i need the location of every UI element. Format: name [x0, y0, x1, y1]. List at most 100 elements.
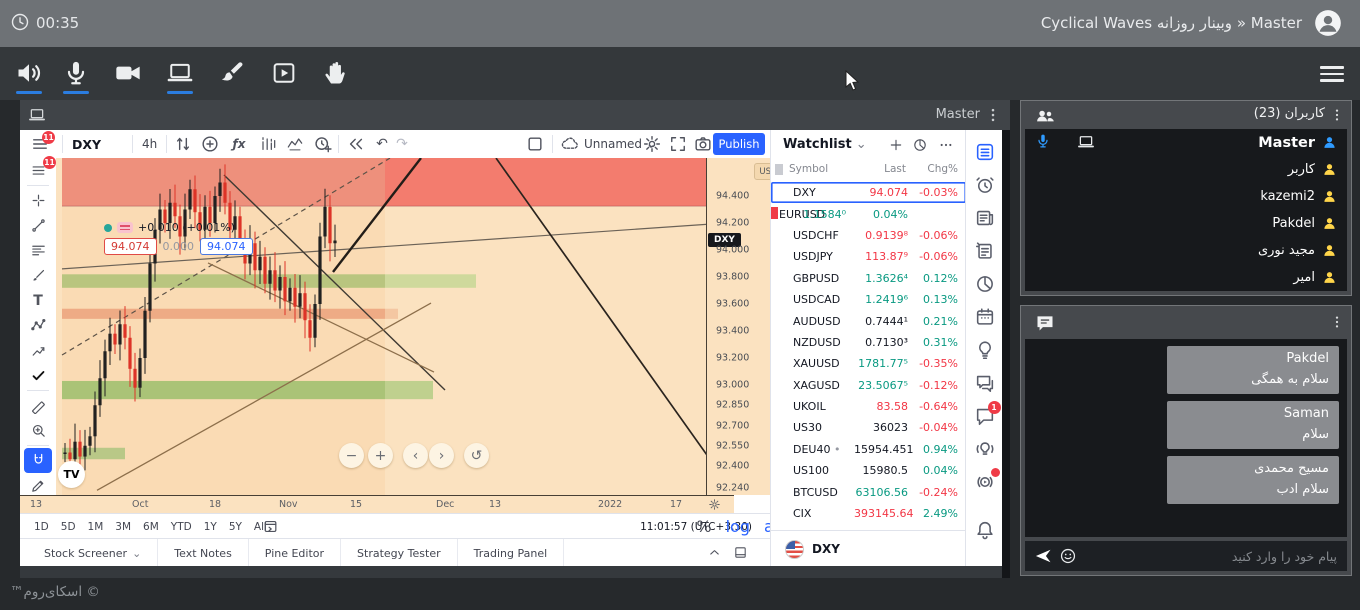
- watchlist-title[interactable]: Watchlist ⌄: [783, 137, 867, 152]
- menu-icon[interactable]: [1320, 62, 1344, 84]
- watchlist-row-CIX[interactable]: CIX 393145.64 2.49%: [771, 503, 966, 524]
- range-3M[interactable]: 3M: [109, 521, 137, 533]
- avatar[interactable]: [1314, 9, 1342, 37]
- panel-watchlist-icon[interactable]: [974, 141, 996, 163]
- col-chg[interactable]: Chg%: [927, 163, 958, 175]
- panel-bell-icon[interactable]: [974, 519, 996, 541]
- range-1D[interactable]: 1D: [28, 521, 55, 533]
- scale-log[interactable]: log: [726, 517, 750, 536]
- tool-trendline[interactable]: [24, 213, 52, 238]
- emoji-icon[interactable]: [1059, 547, 1077, 565]
- panel-chat-duo-icon[interactable]: [974, 372, 996, 394]
- watchlist-row-DEU40[interactable]: DEU40 • 15954.451 0.94%: [771, 439, 966, 460]
- range-5Y[interactable]: 5Y: [223, 521, 248, 533]
- watchlist-row-US100[interactable]: US100 15980.5 0.04%: [771, 460, 966, 481]
- watchlist-row-UKOIL[interactable]: UKOIL 83.58 -0.64%: [771, 396, 966, 417]
- panel-live-icon[interactable]: [974, 468, 1000, 493]
- col-last[interactable]: Last: [884, 163, 906, 175]
- tool-fib[interactable]: [24, 238, 52, 263]
- range-6M[interactable]: 6M: [137, 521, 165, 533]
- col-symbol[interactable]: Symbol: [789, 163, 828, 175]
- tool-text[interactable]: T: [24, 288, 52, 313]
- tool-zoom-in[interactable]: [24, 418, 52, 443]
- chart-nav-reset[interactable]: ↺: [464, 443, 489, 468]
- screen-share-icon[interactable]: [166, 59, 194, 87]
- watchlist-row-AUDUSD[interactable]: AUDUSD 0.7444¹ 0.21%: [771, 310, 966, 331]
- interval-button[interactable]: 4h: [142, 130, 157, 158]
- time-axis[interactable]: 13 Oct 18 Nov 15 Dec 13 2022 17: [20, 495, 734, 514]
- range-YTD[interactable]: YTD: [165, 521, 198, 533]
- panel-pie-icon[interactable]: [974, 273, 996, 295]
- chart-nav-scroll-right[interactable]: ›: [429, 443, 454, 468]
- fx-icon[interactable]: ƒx: [229, 134, 249, 154]
- tool-crosshair[interactable]: [24, 188, 52, 213]
- users-kebab-icon[interactable]: [1329, 105, 1345, 125]
- fullscreen-icon[interactable]: [668, 134, 688, 154]
- speaker-icon[interactable]: [15, 59, 43, 87]
- chat-input[interactable]: [1077, 548, 1347, 564]
- raise-hand-icon[interactable]: [321, 59, 349, 87]
- watchlist-row-USDJPY[interactable]: USDJPY 113.87⁹ -0.06%: [771, 246, 966, 267]
- tab-pine-editor[interactable]: Pine Editor: [249, 539, 342, 567]
- alert-clock-icon[interactable]: [313, 134, 333, 154]
- microphone-icon[interactable]: [62, 59, 90, 87]
- kebab-menu-icon[interactable]: [984, 105, 1002, 125]
- tab-stock-screener[interactable]: Stock Screener ⌄: [28, 539, 159, 567]
- send-icon[interactable]: [1033, 546, 1053, 566]
- panel-calendar-icon[interactable]: [974, 306, 996, 328]
- chart-nav-zoom-in[interactable]: +: [368, 443, 393, 468]
- bars-icon[interactable]: [258, 134, 278, 154]
- watchlist-row-DXY[interactable]: DXY 94.074 -0.03%: [771, 182, 966, 203]
- tab-text-notes[interactable]: Text Notes: [158, 539, 249, 567]
- user-row[interactable]: امیر: [1025, 264, 1347, 291]
- watchlist-row-NZDUSD[interactable]: NZDUSD 0.7130³ 0.31%: [771, 332, 966, 353]
- add-symbol-icon[interactable]: [888, 137, 904, 153]
- watchlist-row-GBPUSD[interactable]: GBPUSD 1.3626⁴ 0.12%: [771, 268, 966, 289]
- user-row[interactable]: Master: [1025, 129, 1347, 156]
- symbol-button[interactable]: DXY: [72, 130, 101, 158]
- panel-chat-icon[interactable]: 1: [974, 401, 1001, 427]
- window-header[interactable]: Master: [20, 100, 1010, 130]
- go-to-date-icon[interactable]: [262, 518, 279, 535]
- collapse-panel-icon[interactable]: [707, 545, 722, 560]
- panel-broadcast-icon[interactable]: [974, 438, 996, 460]
- tool-menu[interactable]: 11: [24, 156, 56, 183]
- tool-check[interactable]: [24, 363, 52, 388]
- scale-%[interactable]: %: [696, 517, 711, 536]
- replay-icon[interactable]: [346, 134, 366, 154]
- watchlist-row-XAUUSD[interactable]: XAUUSD 1781.77⁵ -0.35%: [771, 353, 966, 374]
- panel-layout-icon[interactable]: [733, 545, 748, 560]
- tool-forecast[interactable]: [24, 338, 52, 363]
- chart-nav-scroll-left[interactable]: ‹: [403, 443, 428, 468]
- tool-xabcd[interactable]: [24, 313, 52, 338]
- compare-icon[interactable]: [173, 134, 193, 154]
- range-1M[interactable]: 1M: [82, 521, 110, 533]
- watchlist-row-USDCHF[interactable]: USDCHF 0.9139⁸ -0.06%: [771, 225, 966, 246]
- user-row[interactable]: kazemi2: [1025, 183, 1347, 210]
- layout-icon[interactable]: [525, 134, 545, 154]
- settings-gear-icon[interactable]: [642, 134, 662, 154]
- watchlist-row-USDCAD[interactable]: USDCAD 1.2419⁶ 0.13%: [771, 289, 966, 310]
- camera-icon[interactable]: [114, 59, 142, 87]
- watchlist-more-icon[interactable]: [938, 137, 954, 153]
- panel-news-icon[interactable]: [974, 207, 996, 229]
- watchlist-row-EURUSD[interactable]: EURUSD 1.1584⁰ 0.04%: [771, 203, 966, 224]
- watchlist-row-US30[interactable]: US30 36023 -0.04%: [771, 417, 966, 438]
- range-5D[interactable]: 5D: [55, 521, 82, 533]
- user-row[interactable]: کاربر: [1025, 156, 1347, 183]
- watchlist-row-BTCUSD[interactable]: BTCUSD 63106.56 -0.24%: [771, 481, 966, 502]
- chart-pane[interactable]: +0.010 (+0.01%) 94.074 0.000 94.074 − + ‹ ›…: [56, 158, 706, 495]
- template-icon[interactable]: [285, 134, 305, 154]
- publish-button[interactable]: Publish: [713, 133, 765, 155]
- panel-notes-icon[interactable]: [974, 240, 996, 262]
- chart-nav-zoom-out[interactable]: −: [339, 443, 364, 468]
- tab-strategy-tester[interactable]: Strategy Tester: [341, 539, 458, 567]
- tool-ruler[interactable]: [24, 393, 52, 418]
- snapshot-icon[interactable]: [693, 134, 713, 154]
- watchlist-footer[interactable]: DXY: [771, 530, 966, 567]
- tv-menu-icon[interactable]: 11: [30, 130, 55, 158]
- price-axis[interactable]: USD⌄ DXY 94.40094.20094.00093.80093.6009…: [706, 158, 792, 495]
- draw-icon[interactable]: [218, 59, 246, 87]
- redo-icon[interactable]: ↷: [392, 134, 412, 154]
- panel-bulb-icon[interactable]: [974, 339, 996, 361]
